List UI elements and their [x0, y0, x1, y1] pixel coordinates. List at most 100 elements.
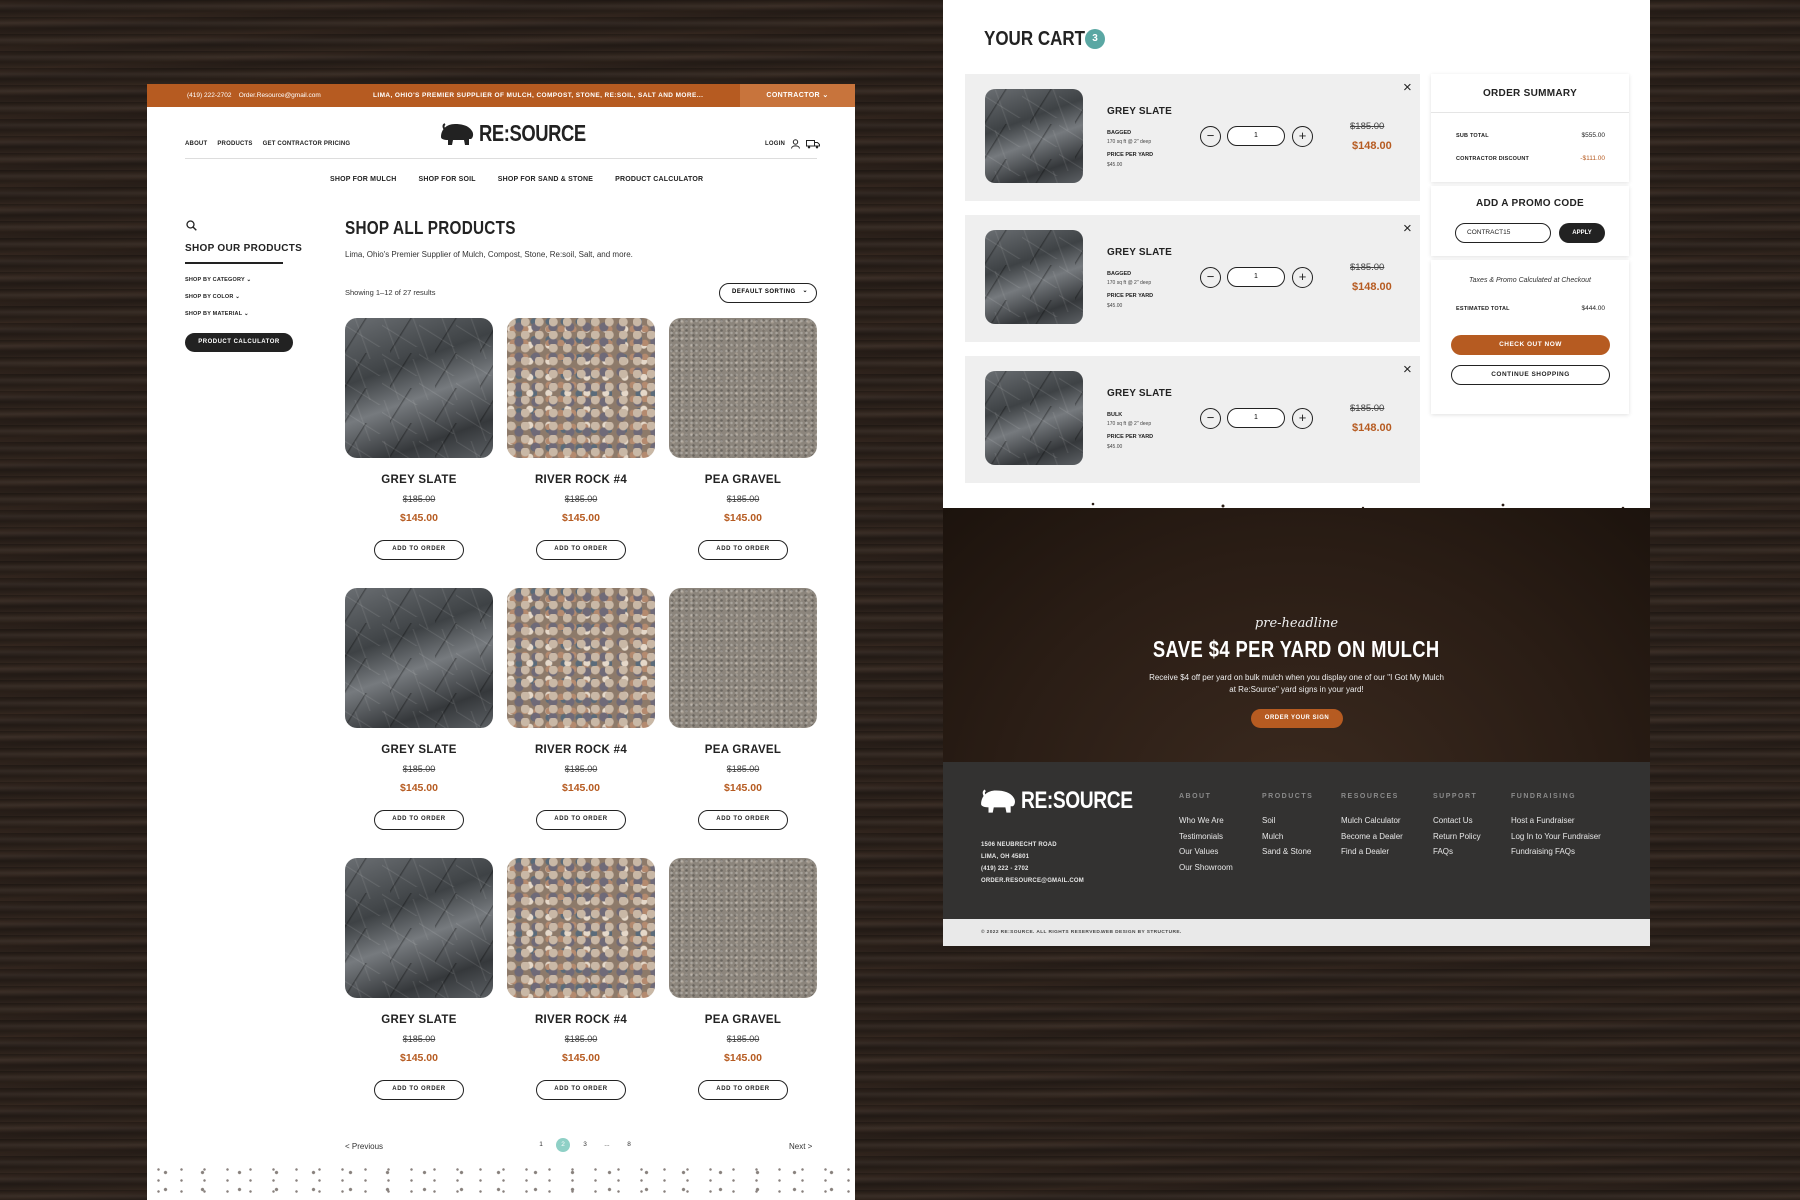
product-name[interactable]: RIVER ROCK #4 [507, 1014, 655, 1026]
footer-link[interactable]: Become a Dealer [1341, 832, 1403, 841]
footer-link[interactable]: Return Policy [1433, 832, 1481, 841]
filter-color[interactable]: SHOP BY COLOR ⌄ [185, 294, 240, 300]
sorting-select[interactable]: DEFAULT SORTING ⌄ [719, 283, 817, 303]
pagination-page[interactable]: 3 [578, 1138, 592, 1152]
cart-item-image[interactable] [985, 230, 1083, 324]
filter-category[interactable]: SHOP BY CATEGORY ⌄ [185, 277, 251, 283]
site-logo[interactable]: RE:SOURCE [439, 120, 613, 147]
product-name[interactable]: RIVER ROCK #4 [507, 474, 655, 486]
nav-login[interactable]: LOGIN [765, 141, 785, 147]
continue-shopping-button[interactable]: CONTINUE SHOPPING [1451, 365, 1610, 385]
cart-page: YOUR CART 3 GREY SLATE BAGGED 170 sq ft @ … [943, 0, 1650, 946]
footer-address-line[interactable]: (419) 222 - 2702 [981, 866, 1029, 872]
footer-link[interactable]: Mulch Calculator [1341, 816, 1401, 825]
quantity-input[interactable]: 1 [1227, 126, 1285, 146]
footer-link[interactable]: Who We Are [1179, 816, 1224, 825]
add-to-order-button[interactable]: ADD TO ORDER [374, 1080, 464, 1100]
pagination-page[interactable]: 2 [556, 1138, 570, 1152]
product-image[interactable] [507, 858, 655, 998]
cart-item-image[interactable] [985, 371, 1083, 465]
cart-item-image[interactable] [985, 89, 1083, 183]
add-to-order-button[interactable]: ADD TO ORDER [374, 540, 464, 560]
add-to-order-button[interactable]: ADD TO ORDER [698, 810, 788, 830]
footer-link[interactable]: Soil [1262, 816, 1275, 825]
promo-code-input[interactable]: CONTRACT15 [1455, 223, 1551, 243]
footer-link[interactable]: FAQs [1433, 847, 1453, 856]
pagination-next[interactable]: Next > [789, 1142, 812, 1151]
add-to-order-button[interactable]: ADD TO ORDER [536, 540, 626, 560]
product-image[interactable] [507, 318, 655, 458]
product-name[interactable]: GREY SLATE [345, 474, 493, 486]
footer-link[interactable]: Find a Dealer [1341, 847, 1389, 856]
plus-icon[interactable]: + [1292, 267, 1313, 288]
cart-item-name[interactable]: GREY SLATE [1107, 388, 1172, 399]
cart-item-name[interactable]: GREY SLATE [1107, 247, 1172, 258]
product-image[interactable] [345, 318, 493, 458]
product-name[interactable]: PEA GRAVEL [669, 474, 817, 486]
pagination-page[interactable]: 8 [622, 1138, 636, 1152]
filter-material[interactable]: SHOP BY MATERIAL ⌄ [185, 311, 249, 317]
contractor-dropdown[interactable]: CONTRACTOR ⌄ [740, 84, 855, 107]
footer-link[interactable]: Host a Fundraiser [1511, 816, 1575, 825]
minus-icon[interactable]: − [1200, 126, 1221, 147]
product-image[interactable] [669, 318, 817, 458]
user-icon[interactable] [791, 139, 800, 149]
product-image[interactable] [507, 588, 655, 728]
quantity-input[interactable]: 1 [1227, 267, 1285, 287]
subnav-mulch[interactable]: SHOP FOR MULCH [330, 176, 396, 183]
apply-promo-button[interactable]: APPLY [1559, 223, 1605, 243]
minus-icon[interactable]: − [1200, 267, 1221, 288]
product-image[interactable] [669, 858, 817, 998]
top-phone[interactable]: (419) 222-2702 [187, 92, 231, 99]
product-image[interactable] [669, 588, 817, 728]
add-to-order-button[interactable]: ADD TO ORDER [536, 1080, 626, 1100]
search-icon[interactable] [186, 220, 197, 231]
order-sign-button[interactable]: ORDER YOUR SIGN [1251, 709, 1343, 728]
footer-address-line[interactable]: ORDER.RESOURCE@GMAIL.COM [981, 878, 1084, 884]
cart-item-old-price: $185.00 [1350, 403, 1385, 414]
close-icon[interactable]: × [1403, 362, 1412, 377]
footer-link[interactable]: Sand & Stone [1262, 847, 1311, 856]
quantity-input[interactable]: 1 [1227, 408, 1285, 428]
product-image[interactable] [345, 588, 493, 728]
pagination-previous[interactable]: < Previous [345, 1142, 383, 1151]
truck-icon[interactable] [806, 139, 820, 149]
footer-link[interactable]: Our Showroom [1179, 863, 1233, 872]
pagination-page[interactable]: 1 [534, 1138, 548, 1152]
nav-about[interactable]: ABOUT [185, 141, 207, 147]
plus-icon[interactable]: + [1292, 408, 1313, 429]
add-to-order-button[interactable]: ADD TO ORDER [698, 540, 788, 560]
plus-icon[interactable]: + [1292, 126, 1313, 147]
close-icon[interactable]: × [1403, 221, 1412, 236]
product-name[interactable]: RIVER ROCK #4 [507, 744, 655, 756]
subnav-soil[interactable]: SHOP FOR SOIL [418, 176, 475, 183]
cart-item-name[interactable]: GREY SLATE [1107, 106, 1172, 117]
product-name[interactable]: GREY SLATE [345, 744, 493, 756]
add-to-order-button[interactable]: ADD TO ORDER [374, 810, 464, 830]
footer-link[interactable]: Our Values [1179, 847, 1218, 856]
web-design-credit[interactable]: WEB DESIGN BY STRUCTURE. [1101, 930, 1182, 935]
subnav-sand-stone[interactable]: SHOP FOR SAND & STONE [498, 176, 593, 183]
footer-logo[interactable]: RE:SOURCE [979, 787, 1161, 815]
checkout-button[interactable]: CHECK OUT NOW [1451, 335, 1610, 355]
add-to-order-button[interactable]: ADD TO ORDER [698, 1080, 788, 1100]
top-email[interactable]: Order.Resource@gmail.com [239, 92, 321, 99]
footer-link[interactable]: Contact Us [1433, 816, 1473, 825]
nav-contractor-pricing[interactable]: GET CONTRACTOR PRICING [263, 141, 351, 147]
footer-link[interactable]: Mulch [1262, 832, 1283, 841]
bison-logo-icon [441, 122, 474, 145]
product-name[interactable]: PEA GRAVEL [669, 744, 817, 756]
product-name[interactable]: GREY SLATE [345, 1014, 493, 1026]
product-image[interactable] [345, 858, 493, 998]
add-to-order-button[interactable]: ADD TO ORDER [536, 810, 626, 830]
close-icon[interactable]: × [1403, 80, 1412, 95]
nav-products[interactable]: PRODUCTS [217, 141, 252, 147]
product-name[interactable]: PEA GRAVEL [669, 1014, 817, 1026]
subnav-calculator[interactable]: PRODUCT CALCULATOR [615, 176, 703, 183]
product-calculator-button[interactable]: PRODUCT CALCULATOR [185, 333, 293, 352]
footer-link[interactable]: Log In to Your Fundraiser [1511, 832, 1601, 841]
footer-address-line: LIMA, OH 45801 [981, 854, 1030, 860]
footer-link[interactable]: Fundraising FAQs [1511, 847, 1575, 856]
footer-link[interactable]: Testimonials [1179, 832, 1223, 841]
minus-icon[interactable]: − [1200, 408, 1221, 429]
